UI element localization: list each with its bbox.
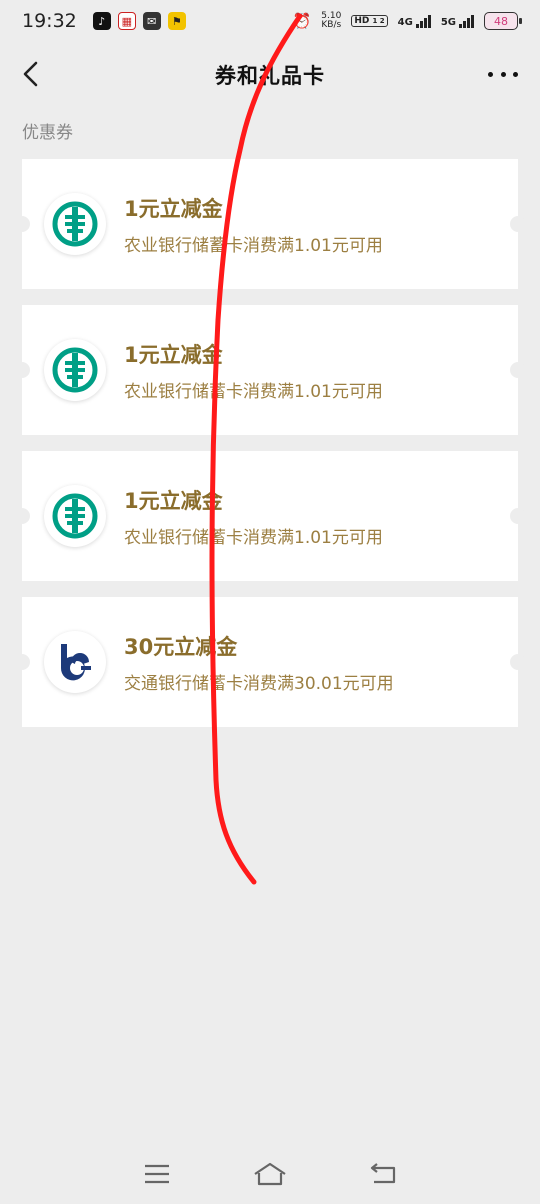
status-time: 19:32 [22,10,77,32]
hd-sub: 1 2 [372,17,385,25]
abc-bank-logo-icon [44,485,106,547]
coupon-desc: 交通银行储蓄卡消费满30.01元可用 [124,673,394,694]
app-icon: ▦ [117,12,136,30]
net-5g-label: 5G [440,16,456,28]
hd-badge: HD 1 2 [351,15,388,27]
coupon-list: 1元立减金 农业银行储蓄卡消费满1.01元可用 1元立减金 农业银行储蓄卡消费满… [14,159,526,743]
status-bar: 19:32 ♪ ▦ ✉ ⚑ ⏰ 5.10 KB/s HD 1 2 4G 5G 4… [0,0,540,42]
home-button[interactable] [250,1159,290,1189]
app-yellow-icon: ⚑ [167,12,186,30]
menu-button[interactable] [137,1159,177,1189]
page-header: 券和礼品卡 [0,42,540,108]
status-right: ⏰ 5.10 KB/s HD 1 2 4G 5G 48 [292,12,522,30]
coupon-item[interactable]: 1元立减金 农业银行储蓄卡消费满1.01元可用 [14,159,526,289]
battery-icon: 48 [484,12,522,30]
coupon-text: 30元立减金 交通银行储蓄卡消费满30.01元可用 [124,631,394,694]
system-nav-bar [0,1146,540,1202]
more-dot [500,71,506,77]
abc-bank-logo-icon [44,339,106,401]
coupon-item[interactable]: 30元立减金 交通银行储蓄卡消费满30.01元可用 [14,597,526,727]
coupon-item[interactable]: 1元立减金 农业银行储蓄卡消费满1.01元可用 [14,305,526,435]
more-button[interactable] [488,62,518,86]
tiktok-icon: ♪ [92,12,111,30]
coupon-text: 1元立减金 农业银行储蓄卡消费满1.01元可用 [124,193,383,256]
coupon-item[interactable]: 1元立减金 农业银行储蓄卡消费满1.01元可用 [14,451,526,581]
home-icon [254,1162,286,1186]
coupon-amount: 1元立减金 [124,196,223,221]
coupon-amount: 1元立减金 [124,342,223,367]
section-label: 优惠券 [22,123,73,143]
return-icon [371,1163,396,1184]
mail-icon: ✉ [142,12,161,30]
coupon-desc: 农业银行储蓄卡消费满1.01元可用 [124,235,383,256]
signal-5g-icon: 5G [440,14,474,28]
speed-unit: KB/s [321,20,342,30]
net-4g-label: 4G [397,16,413,28]
coupon-text: 1元立减金 农业银行储蓄卡消费满1.01元可用 [124,339,383,402]
coupon-desc: 农业银行储蓄卡消费满1.01元可用 [124,381,383,402]
menu-icon [144,1164,169,1184]
alarm-icon: ⏰ [292,12,312,30]
page-title: 券和礼品卡 [215,64,325,88]
hd-label: HD [354,16,370,26]
more-dot [513,71,518,77]
battery-level: 48 [494,14,508,28]
more-dots-icon [488,71,493,77]
network-speed: 5.10 KB/s [321,12,341,30]
coupon-desc: 农业银行储蓄卡消费满1.01元可用 [124,527,383,548]
signal-4g-icon: 4G [397,14,431,28]
coupon-text: 1元立减金 农业银行储蓄卡消费满1.01元可用 [124,485,383,548]
coupon-amount: 1元立减金 [124,488,223,513]
abc-bank-logo-icon [44,193,106,255]
back-button[interactable] [14,58,46,90]
return-button[interactable] [363,1159,403,1189]
coupon-amount: 30元立减金 [124,634,238,659]
bocom-bank-logo-icon [44,631,106,693]
chevron-left-icon [23,61,38,87]
